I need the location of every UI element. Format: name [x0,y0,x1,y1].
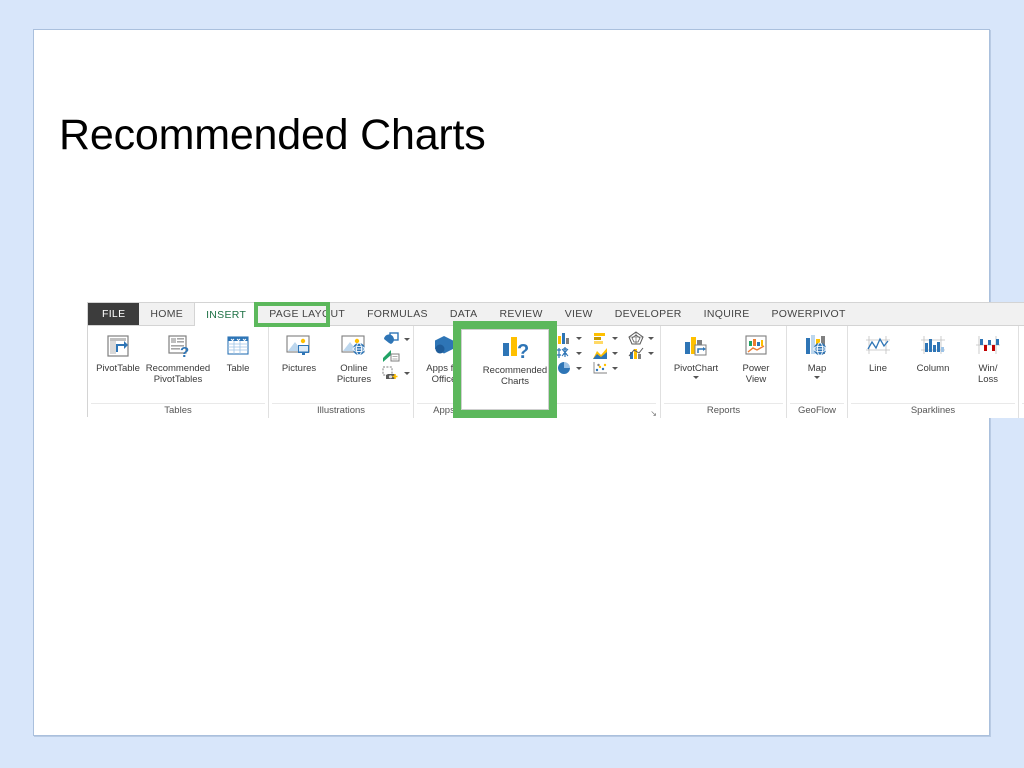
excel-ribbon-screenshot: FILE HOME INSERT PAGE LAYOUT FORMULAS DA… [87,302,1024,418]
recommended-pivottables-label: Recommended PivotTables [145,363,211,385]
illustrations-small-buttons [382,329,410,381]
tab-home[interactable]: HOME [139,303,194,325]
group-geoflow: Map GeoFlow [787,326,848,418]
table-icon [225,331,251,361]
pivotchart-icon [682,331,710,361]
pie-chart-caret-icon[interactable] [576,366,582,370]
recommended-pivottables-button[interactable]: ? Recommended PivotTables [146,329,210,385]
group-sparklines: Line Column Win/ Loss Sparklines [848,326,1019,418]
pictures-button[interactable]: Pictures [272,329,326,374]
pie-chart-icon [556,361,572,375]
map-caret-icon[interactable] [814,376,820,379]
power-view-button[interactable]: Power View [729,329,783,385]
charts-dialog-launcher[interactable]: ↘ [650,409,657,418]
map-button[interactable]: Map [790,329,844,379]
radar-chart-icon [628,331,644,345]
shapes-button[interactable] [382,331,410,347]
slide-canvas: Recommended Charts FILE HOME INSERT PAGE… [33,29,1024,736]
table-label: Table [226,363,250,374]
svg-text:?: ? [517,341,529,361]
insert-column-chart-button[interactable] [556,331,654,345]
sparkline-winloss-button[interactable]: Win/ Loss [961,329,1015,385]
pivot-table-icon [105,331,131,361]
insert-stock-chart-button[interactable] [556,346,654,360]
tab-view[interactable]: VIEW [554,303,604,325]
page-title: Recommended Charts [59,111,486,159]
power-view-label: Power View [742,363,770,385]
tab-file[interactable]: FILE [88,303,140,325]
online-pictures-label: Online Pictures [336,363,372,385]
sparkline-winloss-icon [974,331,1002,361]
pictures-icon [285,331,313,361]
ribbon-body: PivotTable ? Recommended PivotTables Tab… [88,326,1024,418]
map-label: Map [807,363,827,374]
pivotchart-button[interactable]: PivotChart [664,329,728,379]
map-icon [803,331,831,361]
online-pictures-icon [340,331,368,361]
smartart-icon [382,348,400,364]
group-label-sparklines: Sparklines [851,403,1015,418]
group-label-illustrations: Illustrations [272,403,410,418]
group-tables: PivotTable ? Recommended PivotTables Tab… [88,326,269,418]
pivot-table-button[interactable]: PivotTable [91,329,145,374]
sparkline-line-icon [864,331,892,361]
tab-inquire[interactable]: INQUIRE [693,303,761,325]
tab-page-layout[interactable]: PAGE LAYOUT [258,303,356,325]
stock-chart-caret-icon[interactable] [576,351,582,355]
sparkline-winloss-label: Win/ Loss [977,363,999,385]
stock-chart-icon [556,346,572,360]
radar-chart-caret-icon[interactable] [648,336,654,340]
sparkline-line-button[interactable]: Line [851,329,905,374]
online-pictures-button[interactable]: Online Pictures [327,329,381,385]
tab-developer[interactable]: DEVELOPER [604,303,693,325]
svg-text:?: ? [180,344,189,359]
pivot-table-label: PivotTable [96,363,140,374]
bar-chart-caret-icon[interactable] [612,336,618,340]
recommended-charts-button[interactable]: ? Recommended Charts [483,329,547,387]
tab-insert[interactable]: INSERT [194,303,259,326]
recommended-charts-icon: ? [500,331,530,363]
tab-formulas[interactable]: FORMULAS [356,303,439,325]
tab-data[interactable]: DATA [439,303,489,325]
recommended-pivottables-icon: ? [165,331,191,361]
charts-small-buttons [556,329,654,375]
group-label-reports: Reports [664,403,783,418]
sparkline-column-icon [919,331,947,361]
group-illustrations: Pictures Online Pictures Illustrations [269,326,414,418]
pictures-label: Pictures [281,363,317,374]
scatter-chart-caret-icon[interactable] [612,366,618,370]
combo-chart-caret-icon[interactable] [648,351,654,355]
screenshot-icon [382,365,400,381]
apps-for-office-label: Apps for Office [426,363,462,385]
bar-chart-icon [592,331,608,345]
pivotchart-label: PivotChart [673,363,719,374]
shapes-icon [382,331,400,347]
smartart-button[interactable] [382,348,410,364]
shapes-caret-icon[interactable] [404,337,410,341]
pivotchart-caret-icon[interactable] [693,376,699,379]
column-chart-caret-icon[interactable] [576,336,582,340]
insert-pie-chart-button[interactable] [556,361,654,375]
tab-review[interactable]: REVIEW [488,303,553,325]
group-label-geoflow: GeoFlow [790,403,844,418]
group-label-tables: Tables [91,403,265,418]
recommended-charts-label: Recommended Charts [482,365,548,387]
screenshot-caret-icon[interactable] [404,371,410,375]
power-view-icon [743,331,769,361]
area-chart-caret-icon[interactable] [612,351,618,355]
sparkline-column-button[interactable]: Column [906,329,960,374]
apps-for-office-icon [430,331,458,361]
area-chart-icon [592,346,608,360]
scatter-chart-icon [592,361,608,375]
screenshot-button[interactable] [382,365,410,381]
sparkline-line-label: Line [869,363,887,374]
tab-powerpivot[interactable]: POWERPIVOT [761,303,857,325]
ribbon-tab-strip: FILE HOME INSERT PAGE LAYOUT FORMULAS DA… [88,303,1024,326]
column-chart-icon [556,331,572,345]
group-reports: PivotChart Power View Reports [661,326,787,418]
table-button[interactable]: Table [211,329,265,374]
combo-chart-icon [628,346,644,360]
group-filters: Slicer [1019,326,1024,418]
sparkline-column-label: Column [916,363,950,374]
